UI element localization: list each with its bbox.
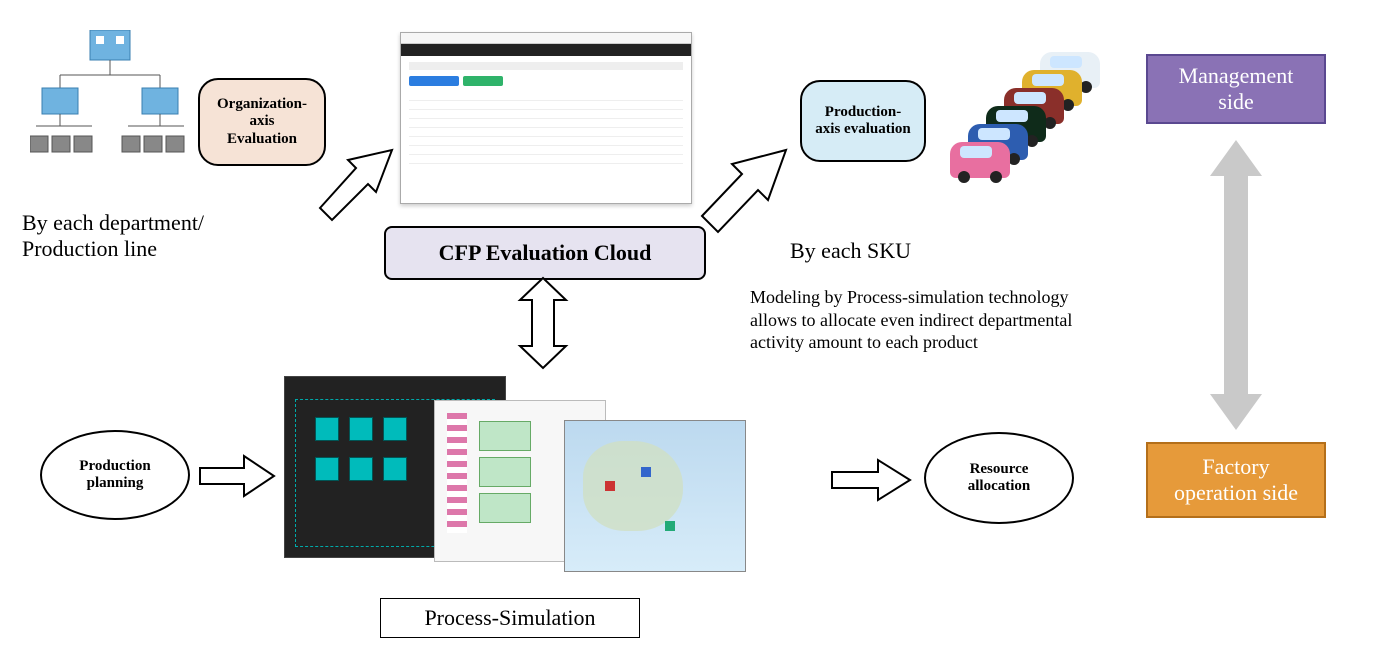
caption-by-department: By each department/ Production line — [22, 210, 282, 262]
node-organization-axis-evaluation: Organization- axis Evaluation — [198, 78, 326, 166]
arrow-sim-to-resource — [832, 460, 910, 500]
simulation-screenshots — [284, 376, 744, 576]
node-label: Production- axis evaluation — [815, 104, 910, 139]
cloud-app-screenshot — [400, 32, 692, 204]
node-production-axis-evaluation: Production- axis evaluation — [800, 80, 926, 162]
node-cfp-evaluation-cloud: CFP Evaluation Cloud — [384, 226, 706, 280]
car-line-icon — [930, 52, 1130, 192]
box-label: Factory operation side — [1174, 454, 1298, 506]
arrow-cloud-sim-bidirectional — [520, 278, 566, 368]
node-label: Organization- axis Evaluation — [217, 96, 307, 148]
caption-modeling-note: Modeling by Process-simulation technolog… — [750, 286, 1090, 354]
arrow-org-to-cloud — [320, 150, 400, 220]
node-label: Process-Simulation — [424, 605, 595, 630]
box-label: Management side — [1179, 63, 1294, 115]
box-factory-operation-side: Factory operation side — [1146, 442, 1326, 518]
node-process-simulation: Process-Simulation — [380, 598, 640, 638]
box-management-side: Management side — [1146, 54, 1326, 124]
arrow-planning-to-sim — [200, 456, 274, 496]
node-label: Resource allocation — [968, 461, 1031, 496]
node-resource-allocation: Resource allocation — [924, 432, 1074, 524]
caption-by-sku: By each SKU — [790, 238, 911, 264]
org-hierarchy-icon — [30, 30, 190, 180]
node-production-planning: Production planning — [40, 430, 190, 520]
node-label: Production planning — [79, 458, 150, 493]
arrow-cloud-to-production-axis — [702, 150, 792, 230]
arrow-management-factory-bidirectional — [1210, 140, 1262, 430]
